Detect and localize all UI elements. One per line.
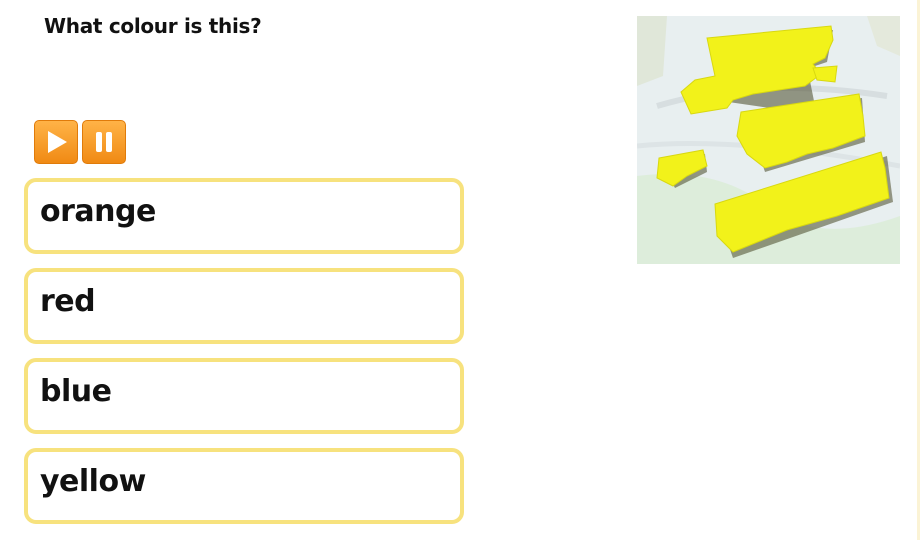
pause-button[interactable] — [82, 120, 126, 164]
answer-label: blue — [40, 374, 112, 409]
play-button[interactable] — [34, 120, 78, 164]
answer-label: orange — [40, 194, 156, 229]
answer-option-blue[interactable]: blue — [24, 358, 464, 434]
right-edge-rule — [917, 0, 920, 540]
answer-option-yellow[interactable]: yellow — [24, 448, 464, 524]
colour-swatch-image — [637, 16, 900, 264]
answer-label: red — [40, 284, 96, 319]
answer-option-orange[interactable]: orange — [24, 178, 464, 254]
pause-icon — [96, 132, 112, 152]
audio-controls — [34, 120, 126, 164]
answer-option-red[interactable]: red — [24, 268, 464, 344]
answer-label: yellow — [40, 464, 146, 499]
question-text: What colour is this? — [44, 14, 262, 38]
play-icon — [48, 131, 67, 153]
